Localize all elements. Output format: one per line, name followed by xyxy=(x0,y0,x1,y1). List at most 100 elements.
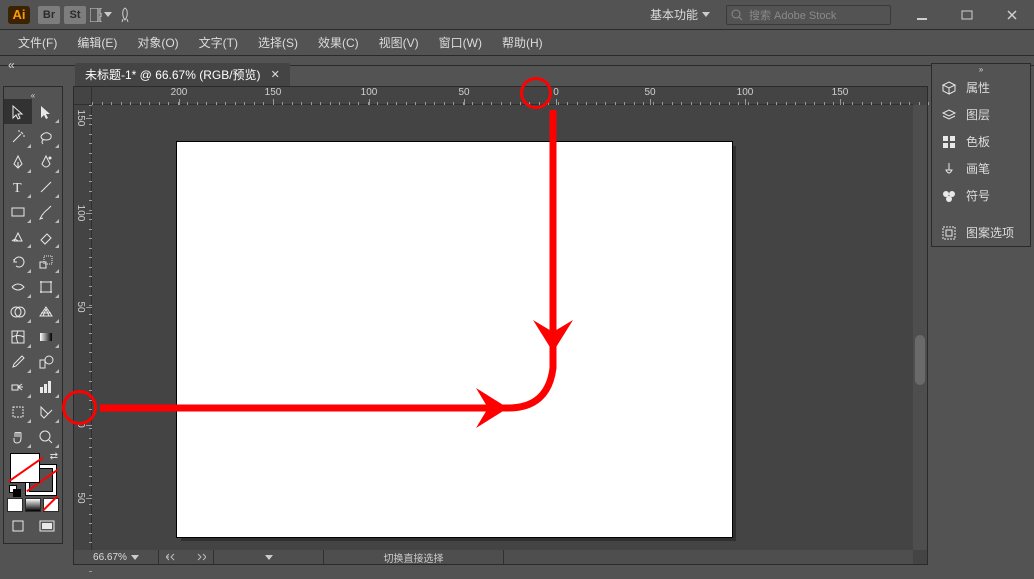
stock-button[interactable]: St xyxy=(64,6,86,24)
maximize-button[interactable] xyxy=(944,0,989,30)
swatches-icon xyxy=(940,134,958,150)
shape-builder-tool[interactable] xyxy=(4,299,32,324)
title-bar: Ai Br St 基本功能 搜索 Adobe Stock xyxy=(0,0,1034,30)
ruler-tick-label: 200 xyxy=(171,87,188,98)
panel-label: 图案选项 xyxy=(966,224,1014,241)
panel-swatches[interactable]: 色板 xyxy=(932,128,1030,155)
status-tool-hint: 切换直接选择 xyxy=(324,550,504,564)
direct-selection-tool[interactable] xyxy=(32,99,60,124)
right-panel-dock: » 属性 图层 色板 画笔 符号 图案选项 xyxy=(931,63,1031,247)
panel-layers[interactable]: 图层 xyxy=(932,101,1030,128)
document-viewport: 20015010050050100150 15010050050 66.67% … xyxy=(73,86,928,565)
ruler-origin-corner[interactable] xyxy=(74,87,92,105)
menu-bar: 文件(F) 编辑(E) 对象(O) 文字(T) 选择(S) 效果(C) 视图(V… xyxy=(0,30,1034,56)
rotate-tool[interactable] xyxy=(4,249,32,274)
eyedropper-tool[interactable] xyxy=(4,349,32,374)
minimize-button[interactable] xyxy=(899,0,944,30)
paintbrush-tool[interactable] xyxy=(32,199,60,224)
screen-mode-button[interactable] xyxy=(34,517,60,535)
artboard-tool[interactable] xyxy=(4,399,32,424)
close-button[interactable] xyxy=(989,0,1034,30)
collapse-chevron-icon[interactable]: « xyxy=(8,58,15,72)
swap-fill-stroke-icon[interactable]: ⇄ xyxy=(50,451,58,462)
panel-label: 图层 xyxy=(966,106,990,123)
shaper-tool[interactable] xyxy=(4,224,32,249)
menu-type[interactable]: 文字(T) xyxy=(189,30,248,56)
chevron-down-icon xyxy=(131,555,139,560)
rectangle-tool[interactable] xyxy=(4,199,32,224)
menu-help[interactable]: 帮助(H) xyxy=(492,30,553,56)
fill-gradient-chip[interactable] xyxy=(25,498,41,512)
column-graph-tool[interactable] xyxy=(32,374,60,399)
panel-properties[interactable]: 属性 xyxy=(932,74,1030,101)
width-tool[interactable] xyxy=(4,274,32,299)
window-controls xyxy=(899,0,1034,30)
menu-effect[interactable]: 效果(C) xyxy=(308,30,369,56)
document-tab-title: 未标题-1* @ 66.67% (RGB/预览) xyxy=(85,66,261,83)
zoom-value: 66.67% xyxy=(93,552,127,563)
search-stock-input[interactable]: 搜索 Adobe Stock xyxy=(726,5,891,25)
magic-wand-tool[interactable] xyxy=(4,124,32,149)
default-fill-stroke-icon[interactable] xyxy=(9,485,21,497)
tab-close-icon[interactable]: ✕ xyxy=(271,68,280,81)
vertical-scrollbar[interactable] xyxy=(913,105,927,550)
fill-swatch[interactable] xyxy=(10,453,40,483)
type-tool[interactable]: T xyxy=(4,174,32,199)
ruler-tick-label: 50 xyxy=(458,87,469,98)
app-icon: Ai xyxy=(8,6,30,24)
status-tool-hint-text: 切换直接选择 xyxy=(384,550,444,565)
artboard-nav[interactable] xyxy=(159,550,214,564)
panel-symbols[interactable]: 符号 xyxy=(932,182,1030,209)
document-tab[interactable]: 未标题-1* @ 66.67% (RGB/预览) ✕ xyxy=(75,63,290,86)
hand-tool[interactable] xyxy=(4,424,32,449)
panel-label: 色板 xyxy=(966,133,990,150)
vertical-ruler[interactable]: 15010050050 xyxy=(74,105,92,550)
tools-collapse-icon[interactable]: « xyxy=(4,91,62,99)
zoom-level[interactable]: 66.67% xyxy=(74,550,159,564)
workspace-switcher[interactable]: 基本功能 xyxy=(642,0,718,30)
ruler-tick-label: 150 xyxy=(832,87,849,98)
panel-brushes[interactable]: 画笔 xyxy=(932,155,1030,182)
menu-view[interactable]: 视图(V) xyxy=(369,30,429,56)
fill-none-chip[interactable] xyxy=(43,498,59,512)
menu-select[interactable]: 选择(S) xyxy=(248,30,308,56)
eraser-tool[interactable] xyxy=(32,224,60,249)
lasso-tool[interactable] xyxy=(32,124,60,149)
zoom-tool[interactable] xyxy=(32,424,60,449)
menu-file[interactable]: 文件(F) xyxy=(8,30,67,56)
bridge-button[interactable]: Br xyxy=(38,6,60,24)
selection-tool[interactable] xyxy=(4,99,32,124)
scrollbar-thumb[interactable] xyxy=(915,335,925,385)
drawing-mode-normal[interactable] xyxy=(6,517,32,535)
menu-edit[interactable]: 编辑(E) xyxy=(67,30,127,56)
scale-tool[interactable] xyxy=(32,249,60,274)
line-segment-tool[interactable] xyxy=(32,174,60,199)
document-tab-row: 未标题-1* @ 66.67% (RGB/预览) ✕ xyxy=(75,63,924,86)
ruler-tick-label: 100 xyxy=(737,87,754,98)
arrange-docs-icon[interactable] xyxy=(90,0,112,30)
ruler-tick-label: 50 xyxy=(644,87,655,98)
mesh-tool[interactable] xyxy=(4,324,32,349)
artboard[interactable] xyxy=(177,142,732,537)
gpu-rocket-icon[interactable] xyxy=(114,0,136,30)
panel-collapse-icon[interactable]: » xyxy=(932,64,1030,74)
gradient-tool[interactable] xyxy=(32,324,60,349)
ruler-tick-label: 0 xyxy=(75,422,86,428)
cube-icon xyxy=(940,80,958,96)
slice-tool[interactable] xyxy=(32,399,60,424)
pen-tool[interactable] xyxy=(4,149,32,174)
menu-window[interactable]: 窗口(W) xyxy=(429,30,492,56)
horizontal-ruler[interactable]: 20015010050050100150 xyxy=(92,87,913,105)
menu-object[interactable]: 对象(O) xyxy=(127,30,188,56)
pattern-icon xyxy=(940,225,958,241)
free-transform-tool[interactable] xyxy=(32,274,60,299)
ruler-tick-label: 50 xyxy=(75,492,86,503)
perspective-grid-tool[interactable] xyxy=(32,299,60,324)
symbol-sprayer-tool[interactable] xyxy=(4,374,32,399)
panel-pattern-options[interactable]: 图案选项 xyxy=(932,219,1030,246)
tools-panel: « T xyxy=(3,86,63,544)
curvature-tool[interactable] xyxy=(32,149,60,174)
blend-tool[interactable] xyxy=(32,349,60,374)
artboard-selector[interactable] xyxy=(214,550,324,564)
fill-color-chip[interactable] xyxy=(7,498,23,512)
